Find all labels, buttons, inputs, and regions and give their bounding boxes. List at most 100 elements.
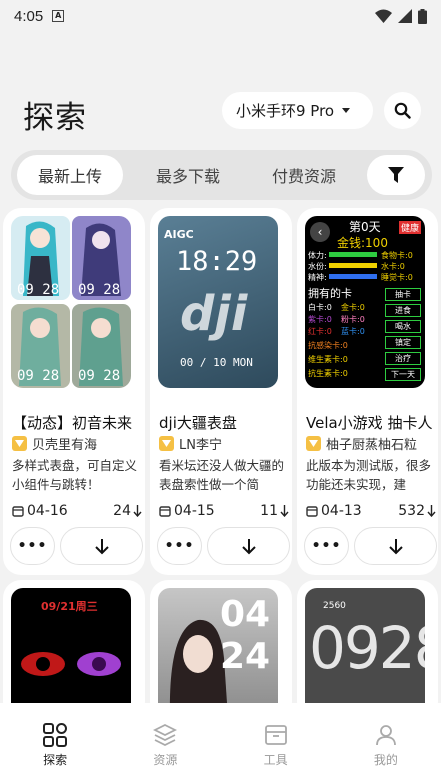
calendar-icon bbox=[159, 506, 171, 517]
thumb-btn-heal: 治疗 bbox=[385, 352, 421, 365]
nav-mine[interactable]: 我的 bbox=[331, 703, 441, 784]
more-button[interactable]: ••• bbox=[304, 527, 349, 565]
card-author: LN李宁 bbox=[159, 434, 222, 453]
nav-mine-label: 我的 bbox=[373, 753, 398, 767]
thumb-right-2: 水卡:0 bbox=[381, 262, 405, 271]
arrow-down-icon bbox=[280, 505, 289, 517]
watchface-card[interactable]: 09 28 09 28 09 28 09 28 【动态】初音未来 贝壳里有海 多… bbox=[3, 208, 145, 575]
download-button[interactable] bbox=[354, 527, 437, 565]
thumb-card-3: 紫卡:0 bbox=[308, 315, 332, 324]
arrow-down-icon bbox=[427, 505, 436, 517]
back-icon: ‹ bbox=[310, 222, 330, 242]
download-button[interactable] bbox=[60, 527, 143, 565]
thumb-bar-3 bbox=[329, 274, 377, 279]
card-meta: 04-13 532 bbox=[306, 502, 436, 520]
person-icon bbox=[375, 725, 396, 746]
card-thumbnail: 09 28 09 28 09 28 09 28 bbox=[11, 216, 131, 388]
thumb-card-9: 抗生素卡:0 bbox=[308, 369, 348, 378]
thumb-money: 金钱:100 bbox=[337, 236, 388, 250]
thumb-steps: 2560 bbox=[323, 601, 346, 611]
thumb-right-3: 睡觉卡:0 bbox=[381, 273, 413, 282]
thumb-card-7: 抗感染卡:0 bbox=[308, 341, 348, 350]
nav-explore[interactable]: 探索 bbox=[0, 703, 110, 784]
more-button[interactable]: ••• bbox=[157, 527, 202, 565]
category-tabs: 最新上传 最多下载 付费资源 bbox=[11, 150, 432, 200]
thumb-time-2: 09 28 bbox=[78, 282, 121, 298]
battery-icon bbox=[418, 8, 427, 24]
arrow-down-icon bbox=[133, 505, 142, 517]
card-date: 04-16 bbox=[12, 503, 68, 519]
thumb-stat-2: 水份: bbox=[308, 262, 327, 271]
status-icons bbox=[375, 8, 427, 24]
card-description: 此版本为测试版，很多功能还未实现，建 bbox=[306, 458, 432, 492]
bottom-nav: 探索 资源 工具 我的 bbox=[0, 703, 441, 784]
download-icon bbox=[241, 538, 256, 554]
thumb-aigc: AIGC bbox=[164, 228, 194, 241]
signal-icon bbox=[398, 9, 412, 23]
thumb-time: 18:29 bbox=[176, 246, 258, 277]
thumb-stat-1: 体力: bbox=[308, 251, 327, 260]
author-badge-icon bbox=[306, 436, 321, 451]
card-author: 贝壳里有海 bbox=[12, 434, 97, 453]
thumb-logo: dji bbox=[180, 286, 248, 342]
author-badge-icon bbox=[159, 436, 174, 451]
search-icon bbox=[394, 102, 411, 119]
explore-icon bbox=[43, 723, 68, 747]
thumb-card-5: 红卡:0 bbox=[308, 327, 332, 336]
date-text: 04-13 bbox=[321, 503, 362, 519]
nav-resources[interactable]: 资源 bbox=[110, 703, 220, 784]
notification-a-icon: A bbox=[52, 10, 65, 22]
more-dots-icon: ••• bbox=[17, 538, 48, 554]
thumb-btn-drink: 喝水 bbox=[385, 320, 421, 333]
thumb-card-6: 蓝卡:0 bbox=[341, 327, 365, 336]
watchface-card[interactable]: AIGC 18:29 dji 00 / 10 MON dji大疆表盘 LN李宁 … bbox=[150, 208, 292, 575]
card-thumbnail: ‹ 第0天 健康 金钱:100 体力: 水份: 精神: 食物卡:0 水卡:0 睡… bbox=[305, 216, 425, 388]
tab-paid[interactable]: 付费资源 bbox=[251, 155, 357, 195]
download-button[interactable] bbox=[207, 527, 290, 565]
search-button[interactable] bbox=[384, 92, 421, 129]
more-dots-icon: ••• bbox=[164, 538, 195, 554]
download-count: 24 bbox=[113, 503, 131, 519]
nav-resources-label: 资源 bbox=[153, 753, 178, 767]
card-downloads: 24 bbox=[113, 503, 142, 519]
filter-button[interactable] bbox=[367, 155, 425, 195]
date-text: 04-15 bbox=[174, 503, 215, 519]
thumb-time-min: 24 bbox=[220, 636, 271, 677]
thumb-card-2: 金卡:0 bbox=[341, 303, 365, 312]
tab-most-downloaded[interactable]: 最多下载 bbox=[135, 155, 241, 195]
card-title: dji大疆表盘 bbox=[159, 414, 237, 432]
device-selector[interactable]: 小米手环9 Pro bbox=[222, 92, 373, 129]
watchface-card[interactable]: 04 24 bbox=[150, 580, 292, 720]
status-time: 4:05 bbox=[14, 7, 44, 25]
watchface-card[interactable]: 2560 0928 bbox=[297, 580, 438, 720]
card-description: 看米坛还没人做大疆的表盘索性做一个简 bbox=[159, 458, 285, 492]
thumb-bar-2 bbox=[329, 263, 377, 268]
thumb-card-1: 白卡:0 bbox=[308, 303, 332, 312]
nav-explore-label: 探索 bbox=[43, 753, 68, 767]
card-meta: 04-15 11 bbox=[159, 502, 289, 520]
download-count: 532 bbox=[398, 503, 425, 519]
watchface-card[interactable]: 09/21周三 bbox=[3, 580, 145, 720]
card-thumbnail: 2560 0928 bbox=[305, 588, 425, 718]
thumb-time-3: 09 28 bbox=[17, 368, 60, 384]
author-name: LN李宁 bbox=[179, 438, 222, 453]
card-date: 04-13 bbox=[306, 503, 362, 519]
calendar-icon bbox=[12, 506, 24, 517]
tab-latest[interactable]: 最新上传 bbox=[17, 155, 123, 195]
author-name: 贝壳里有海 bbox=[32, 438, 98, 453]
card-downloads: 532 bbox=[398, 503, 436, 519]
author-badge-icon bbox=[12, 436, 27, 451]
download-icon bbox=[388, 538, 403, 554]
status-bar: 4:05 A bbox=[0, 0, 441, 32]
watchface-card[interactable]: ‹ 第0天 健康 金钱:100 体力: 水份: 精神: 食物卡:0 水卡:0 睡… bbox=[297, 208, 438, 575]
card-author: 柚子厨蒸柚石粒 bbox=[306, 434, 417, 453]
filter-icon bbox=[388, 166, 404, 183]
more-button[interactable]: ••• bbox=[10, 527, 55, 565]
thumb-date: 00 / 10 MON bbox=[180, 356, 253, 369]
thumb-big-time: 0928 bbox=[309, 614, 425, 682]
device-selector-label: 小米手环9 Pro bbox=[236, 102, 335, 120]
nav-tools[interactable]: 工具 bbox=[221, 703, 331, 784]
date-text: 04-16 bbox=[27, 503, 68, 519]
card-title: Vela小游戏 抽卡人 bbox=[306, 414, 433, 432]
thumb-right-1: 食物卡:0 bbox=[381, 251, 413, 260]
